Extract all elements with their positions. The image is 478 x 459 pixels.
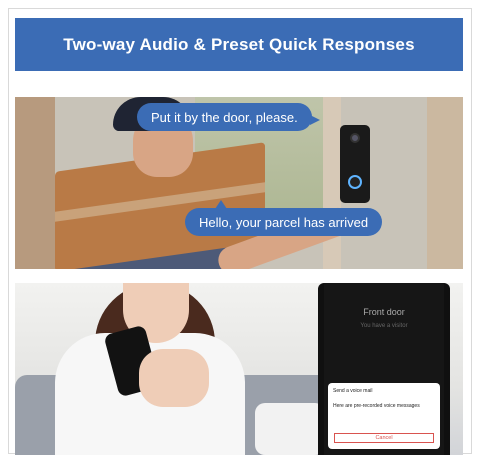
header-banner: Two-way Audio & Preset Quick Responses — [15, 18, 463, 71]
delivery-scene-image: Put it by the door, please. Hello, your … — [15, 97, 463, 269]
speech-bubble-top: Put it by the door, please. — [137, 103, 320, 131]
phone-title: Front door — [363, 307, 405, 317]
door-frame — [323, 97, 341, 269]
doorbell-camera — [350, 133, 360, 143]
wall — [15, 97, 55, 269]
sheet-message: Here are pre-recorded voice messages — [333, 403, 420, 409]
phone-scene-image: Front door You have a visitor Send a voi… — [15, 283, 463, 455]
cancel-button[interactable]: Cancel — [334, 433, 434, 443]
banner-title: Two-way Audio & Preset Quick Responses — [63, 34, 415, 54]
door-frame-right — [427, 97, 463, 269]
app-phone-screen: Front door You have a visitor Send a voi… — [318, 283, 450, 455]
speech-bubble-bottom: Hello, your parcel has arrived — [185, 200, 383, 236]
woman-hand — [139, 349, 209, 407]
phone-subtitle: You have a visitor — [360, 323, 408, 329]
pillow — [255, 403, 325, 455]
sheet-title: Send a voice mail — [333, 388, 373, 394]
phone-display: Front door You have a visitor Send a voi… — [324, 283, 444, 455]
voice-mail-sheet: Send a voice mail Here are pre-recorded … — [328, 383, 440, 449]
doorbell-button — [348, 175, 362, 189]
video-doorbell-icon — [340, 125, 370, 203]
